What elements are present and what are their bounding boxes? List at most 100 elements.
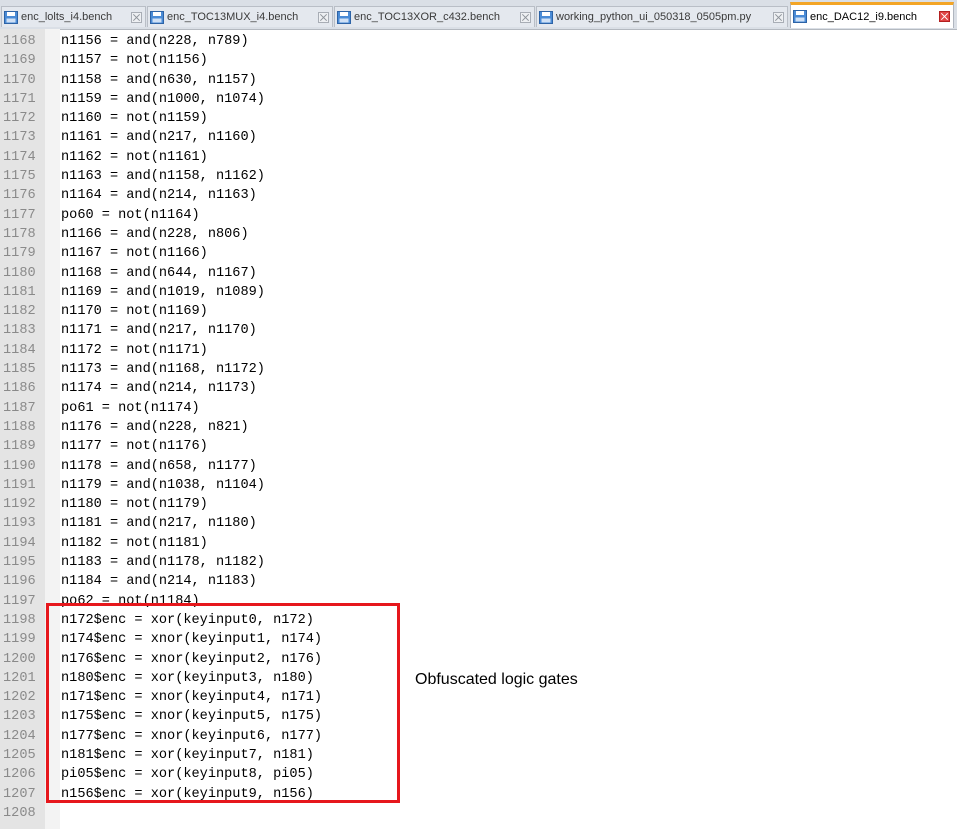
line-number: 1201	[3, 670, 36, 686]
editor-line: 1188 n1176 = and(n228, n821)	[0, 418, 249, 437]
line-number: 1204	[3, 728, 36, 744]
line-number: 1180	[3, 265, 36, 281]
editor-line: 1191 n1179 = and(n1038, n1104)	[0, 476, 265, 495]
close-icon[interactable]	[520, 11, 531, 23]
editor-line: 1195 n1183 = and(n1178, n1182)	[0, 553, 265, 572]
editor-line: 1176 n1164 = and(n214, n1163)	[0, 186, 257, 205]
line-number: 1192	[3, 497, 36, 513]
line-number: 1182	[3, 304, 36, 320]
file-save-icon	[4, 10, 18, 24]
line-number: 1177	[3, 207, 36, 223]
line-number: 1187	[3, 400, 36, 416]
code-text: n1184 = and(n214, n1183)	[61, 574, 257, 590]
editor-line: 1169 n1157 = not(n1156)	[0, 51, 208, 70]
editor-line: 1200 n176$enc = xnor(keyinput2, n176)	[0, 650, 322, 669]
editor-line: 1182 n1170 = not(n1169)	[0, 302, 208, 321]
line-number: 1195	[3, 555, 36, 571]
tab-enc-lolts[interactable]: enc_lolts_i4.bench	[1, 6, 146, 27]
editor-line: 1204 n177$enc = xnor(keyinput6, n177)	[0, 727, 322, 746]
line-number: 1207	[3, 786, 36, 802]
line-number: 1169	[3, 53, 36, 69]
line-number: 1171	[3, 91, 36, 107]
tab-bar: enc_lolts_i4.bench enc_TOC13MUX_i4.bench…	[0, 0, 957, 30]
editor-line: 1197 po62 = not(n1184)	[0, 592, 200, 611]
code-text: n1170 = not(n1169)	[61, 304, 208, 320]
line-number: 1172	[3, 111, 36, 127]
line-number: 1179	[3, 246, 36, 262]
code-text: n1167 = not(n1166)	[61, 246, 208, 262]
code-text: n1172 = not(n1171)	[61, 342, 208, 358]
editor-line: 1183 n1171 = and(n217, n1170)	[0, 321, 257, 340]
code-text: n1177 = not(n1176)	[61, 439, 208, 455]
line-number: 1168	[3, 34, 36, 49]
tab-enc-toc13xor[interactable]: enc_TOC13XOR_c432.bench	[334, 6, 535, 27]
editor-line: 1177 po60 = not(n1164)	[0, 206, 200, 225]
line-number: 1196	[3, 574, 36, 590]
tab-enc-dac12[interactable]: enc_DAC12_i9.bench	[790, 2, 954, 28]
editor-line: 1208	[0, 804, 43, 823]
editor-line: 1184 n1172 = not(n1171)	[0, 341, 208, 360]
editor-line: 1203 n175$enc = xnor(keyinput5, n175)	[0, 707, 322, 726]
line-number: 1205	[3, 747, 36, 763]
line-number: 1176	[3, 188, 36, 204]
file-save-icon	[539, 10, 553, 24]
line-number: 1175	[3, 169, 36, 185]
code-text: po60 = not(n1164)	[61, 207, 200, 223]
close-icon[interactable]	[773, 11, 784, 23]
code-text: n1166 = and(n228, n806)	[61, 226, 249, 242]
code-text: po61 = not(n1174)	[61, 400, 200, 416]
code-text: n1180 = not(n1179)	[61, 497, 208, 513]
line-number: 1186	[3, 381, 36, 397]
editor-line: 1199 n174$enc = xnor(keyinput1, n174)	[0, 630, 322, 649]
editor-line: 1206 pi05$enc = xor(keyinput8, pi05)	[0, 765, 314, 784]
editor-line: 1190 n1178 = and(n658, n1177)	[0, 457, 257, 476]
close-icon[interactable]	[939, 11, 950, 22]
code-text: n1156 = and(n228, n789)	[61, 34, 249, 49]
editor-line: 1173 n1161 = and(n217, n1160)	[0, 128, 257, 147]
close-icon[interactable]	[318, 11, 329, 23]
line-number: 1198	[3, 612, 36, 628]
code-text: n1158 = and(n630, n1157)	[61, 72, 257, 88]
code-text: n1178 = and(n658, n1177)	[61, 458, 257, 474]
line-number: 1189	[3, 439, 36, 455]
editor-text-area[interactable]: 1168 n1156 = and(n228, n789) 1169 n1157 = …	[0, 32, 322, 823]
editor-line: 1181 n1169 = and(n1019, n1089)	[0, 283, 265, 302]
line-number: 1188	[3, 419, 36, 435]
line-number: 1181	[3, 284, 36, 300]
code-text: n1173 = and(n1168, n1172)	[61, 362, 265, 378]
editor-line: 1194 n1182 = not(n1181)	[0, 534, 208, 553]
editor-line: 1174 n1162 = not(n1161)	[0, 148, 208, 167]
code-text: n1171 = and(n217, n1170)	[61, 323, 257, 339]
highlight-box	[46, 603, 400, 803]
code-text: n1157 = not(n1156)	[61, 53, 208, 69]
code-text: n1168 = and(n644, n1167)	[61, 265, 257, 281]
tab-label: enc_lolts_i4.bench	[21, 11, 113, 23]
tab-label: enc_TOC13MUX_i4.bench	[167, 11, 299, 23]
file-save-icon	[337, 10, 351, 24]
code-text: n1163 = and(n1158, n1162)	[61, 169, 265, 185]
editor-line: 1201 n180$enc = xor(keyinput3, n180)	[0, 669, 314, 688]
tab-label: enc_DAC12_i9.bench	[810, 10, 918, 23]
editor-line: 1179 n1167 = not(n1166)	[0, 244, 208, 263]
code-text: n1164 = and(n214, n1163)	[61, 188, 257, 204]
line-number: 1190	[3, 458, 36, 474]
tab-enc-toc13mux[interactable]: enc_TOC13MUX_i4.bench	[147, 6, 333, 27]
code-text: n1182 = not(n1181)	[61, 535, 208, 551]
editor-line: 1196 n1184 = and(n214, n1183)	[0, 572, 257, 591]
close-icon[interactable]	[131, 11, 142, 23]
line-number: 1194	[3, 535, 36, 551]
line-number: 1206	[3, 767, 36, 783]
editor-line: 1172 n1160 = not(n1159)	[0, 109, 208, 128]
line-number: 1193	[3, 516, 36, 532]
code-text: n1162 = not(n1161)	[61, 149, 208, 165]
editor-line: 1186 n1174 = and(n214, n1173)	[0, 379, 257, 398]
editor-line: 1202 n171$enc = xnor(keyinput4, n171)	[0, 688, 322, 707]
line-number: 1185	[3, 362, 36, 378]
line-number: 1174	[3, 149, 36, 165]
code-text: n1181 = and(n217, n1180)	[61, 516, 257, 532]
code-text: n1176 = and(n228, n821)	[61, 419, 249, 435]
tab-working-python-ui[interactable]: working_python_ui_050318_0505pm.py	[536, 6, 788, 27]
code-text: n1160 = not(n1159)	[61, 111, 208, 127]
annotation-label: Obfuscated logic gates	[415, 671, 578, 688]
file-save-icon	[793, 10, 807, 23]
